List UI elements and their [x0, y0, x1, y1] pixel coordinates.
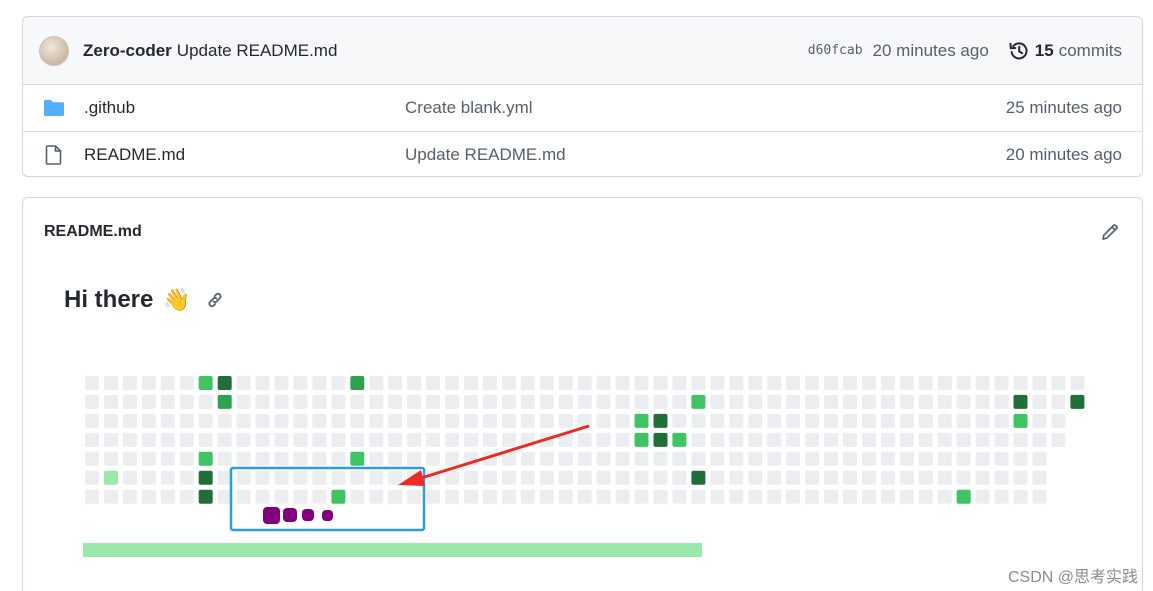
readme-heading: Hi there 👋: [64, 286, 225, 314]
commits-count[interactable]: 15: [1035, 41, 1054, 61]
progress-bar: [83, 543, 702, 557]
waving-hand-emoji: 👋: [163, 287, 191, 312]
file-listing: Zero-coder Update README.md d60fcab 20 m…: [22, 16, 1143, 177]
file-icon: [45, 144, 62, 165]
commit-sha-link[interactable]: d60fcab: [808, 43, 863, 58]
file-commit-link[interactable]: Update README.md: [405, 145, 566, 165]
avatar[interactable]: [39, 35, 69, 66]
file-time: 20 minutes ago: [1005, 144, 1122, 164]
watermark: CSDN @思考实践: [1007, 569, 1138, 586]
file-name-link[interactable]: README.md: [84, 145, 185, 165]
link-icon[interactable]: [205, 290, 225, 310]
file-name-link[interactable]: .github: [84, 98, 135, 118]
pencil-icon[interactable]: [1100, 222, 1120, 242]
file-row[interactable]: .github Create blank.yml 25 minutes ago: [23, 85, 1142, 131]
commits-label[interactable]: commits: [1059, 41, 1122, 61]
file-row[interactable]: README.md Update README.md 20 minutes ag…: [23, 131, 1142, 176]
commit-time: 20 minutes ago: [872, 40, 989, 60]
commit-message-link[interactable]: Update README.md: [177, 41, 338, 61]
heading-text: Hi there: [64, 286, 154, 313]
history-icon[interactable]: [1009, 41, 1029, 61]
commit-author-link[interactable]: Zero-coder: [83, 41, 172, 61]
file-time: 25 minutes ago: [1005, 98, 1122, 117]
latest-commit-bar: Zero-coder Update README.md d60fcab 20 m…: [23, 17, 1142, 85]
readme-panel: README.md Hi there 👋: [22, 197, 1143, 591]
file-commit-link[interactable]: Create blank.yml: [405, 98, 533, 118]
folder-icon: [44, 100, 64, 116]
readme-header: README.md: [23, 198, 1142, 265]
readme-title: README.md: [44, 222, 142, 240]
